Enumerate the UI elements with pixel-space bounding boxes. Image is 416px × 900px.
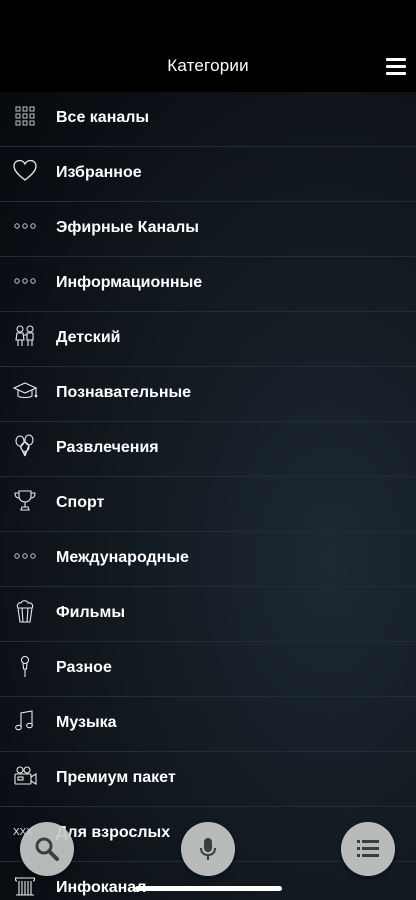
- category-label: Международные: [56, 549, 189, 566]
- dots-icon: [12, 213, 38, 239]
- column-icon: [12, 873, 38, 899]
- category-label: Музыка: [56, 714, 117, 731]
- menu-line: [386, 72, 406, 75]
- top-bar: Категории: [0, 0, 416, 92]
- category-item-misc[interactable]: Разное: [0, 642, 416, 697]
- category-label: Фильмы: [56, 604, 125, 621]
- categories-screen: Категории Все каналы Избранное Эфирные К…: [0, 0, 416, 900]
- voice-search-button[interactable]: [181, 822, 235, 876]
- category-item-educational[interactable]: Познавательные: [0, 367, 416, 422]
- list-icon: [357, 840, 379, 857]
- grid-icon: [12, 103, 38, 129]
- category-label: Информационные: [56, 274, 203, 291]
- category-label: Развлечения: [56, 439, 159, 456]
- category-item-sport[interactable]: Спорт: [0, 477, 416, 532]
- category-label: Премиум пакет: [56, 769, 176, 786]
- category-list: Все каналы Избранное Эфирные Каналы Инфо…: [0, 92, 416, 900]
- camera-icon: [12, 763, 38, 789]
- home-indicator[interactable]: [135, 886, 282, 891]
- heart-icon: [12, 158, 38, 184]
- dots-icon: [12, 268, 38, 294]
- category-item-entertainment[interactable]: Развлечения: [0, 422, 416, 477]
- list-view-button[interactable]: [341, 822, 395, 876]
- category-label: Избранное: [56, 164, 142, 181]
- category-item-broadcast[interactable]: Эфирные Каналы: [0, 202, 416, 257]
- category-item-all[interactable]: Все каналы: [0, 92, 416, 147]
- category-label: Инфоканал: [56, 879, 147, 896]
- category-label: Эфирные Каналы: [56, 219, 199, 236]
- category-item-favorites[interactable]: Избранное: [0, 147, 416, 202]
- balloons-icon: [12, 433, 38, 459]
- category-item-kids[interactable]: Детский: [0, 312, 416, 367]
- category-label: Детский: [56, 329, 121, 346]
- music-note-icon: [12, 708, 38, 734]
- category-label: Спорт: [56, 494, 105, 511]
- search-icon: [35, 837, 59, 861]
- hamburger-menu-icon[interactable]: [386, 56, 406, 76]
- category-label: Все каналы: [56, 109, 150, 126]
- category-item-music[interactable]: Музыка: [0, 697, 416, 752]
- menu-line: [386, 65, 406, 68]
- category-item-international[interactable]: Международные: [0, 532, 416, 587]
- dots-icon: [12, 543, 38, 569]
- category-item-premium[interactable]: Премиум пакет: [0, 752, 416, 807]
- graduation-cap-icon: [12, 378, 38, 404]
- search-button[interactable]: [20, 822, 74, 876]
- category-label: Для взрослых: [56, 824, 171, 841]
- category-label: Познавательные: [56, 384, 192, 401]
- page-title: Категории: [167, 56, 249, 75]
- trophy-icon: [12, 488, 38, 514]
- category-item-news[interactable]: Информационные: [0, 257, 416, 312]
- popcorn-icon: [12, 598, 38, 624]
- microphone-icon: [200, 838, 216, 860]
- category-item-movies[interactable]: Фильмы: [0, 587, 416, 642]
- kids-icon: [12, 323, 38, 349]
- category-label: Разное: [56, 659, 112, 676]
- microphone-icon: [12, 653, 38, 679]
- menu-line: [386, 58, 406, 61]
